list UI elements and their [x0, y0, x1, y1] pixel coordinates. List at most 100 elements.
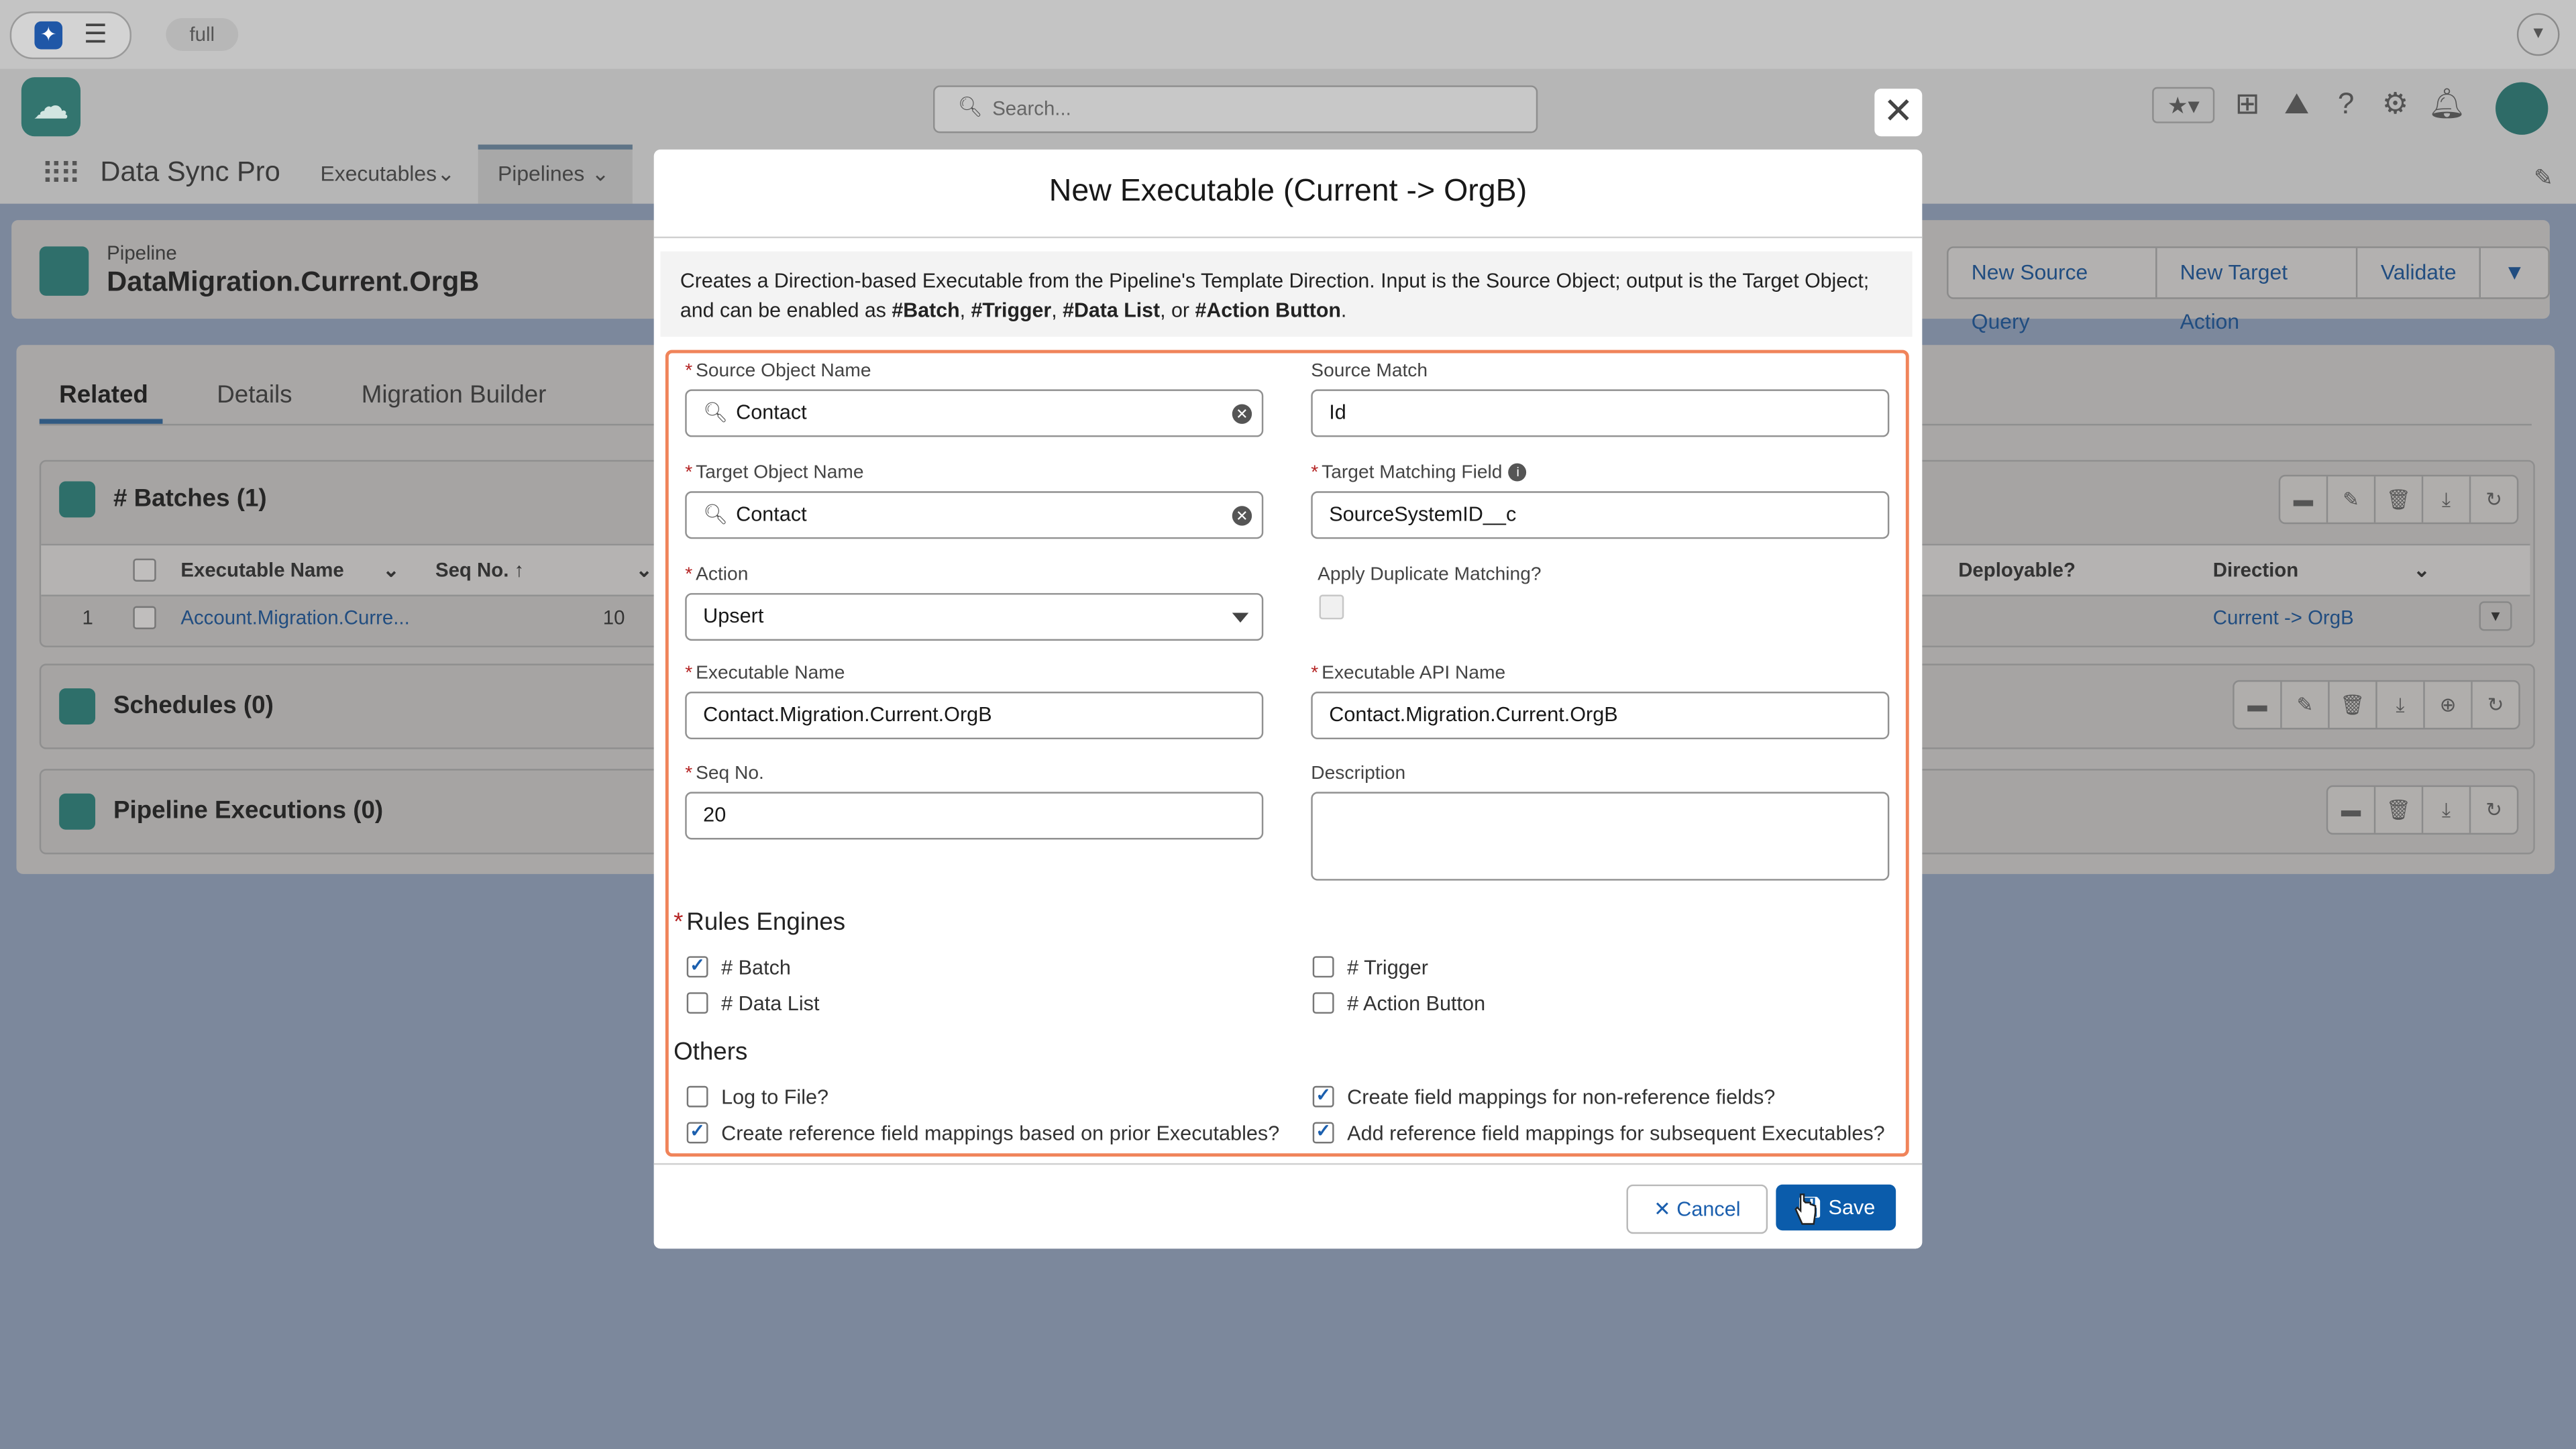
trailhead-icon[interactable]: ⛰ — [2280, 87, 2313, 120]
source-match-input[interactable]: Id — [1311, 389, 1890, 437]
row-checkbox[interactable] — [133, 606, 156, 629]
batch-label: # Batch — [721, 956, 791, 979]
col-direction[interactable]: Direction — [2213, 559, 2298, 582]
edit-icon[interactable]: ✎ — [2280, 682, 2328, 728]
search-placeholder: Search... — [992, 97, 1071, 120]
refresh-icon[interactable]: ↻ — [2469, 476, 2517, 523]
nav-executables[interactable]: Executables — [321, 161, 437, 186]
col-executable-name[interactable]: Executable Name — [180, 559, 343, 582]
add-icon[interactable]: ⊞ — [2231, 87, 2264, 120]
api-name-input[interactable]: Contact.Migration.Current.OrgB — [1311, 692, 1890, 740]
seq-input[interactable]: 20 — [685, 792, 1264, 840]
refresh-icon[interactable]: ↻ — [2469, 787, 2517, 833]
clear-icon[interactable]: ✕ — [1232, 404, 1252, 424]
download-icon[interactable]: ⤓ — [2421, 787, 2469, 833]
others-title: Others — [674, 1038, 748, 1067]
help-icon[interactable]: ? — [2330, 87, 2363, 120]
more-actions-button[interactable]: ▼ — [2479, 248, 2548, 298]
refresh-icon[interactable]: ↻ — [2471, 682, 2518, 728]
chevron-down-icon[interactable]: ⌄ — [592, 161, 610, 187]
gear-icon[interactable]: ⚙ — [2379, 87, 2412, 120]
chevron-down-icon[interactable]: ⌄ — [2414, 559, 2430, 582]
salesforce-logo: ☁ — [21, 77, 81, 137]
subsequent-checkbox[interactable]: ✓ — [1312, 1122, 1334, 1144]
chevron-down-icon[interactable]: ⌄ — [437, 161, 455, 187]
add-icon[interactable]: ⊕ — [2423, 682, 2471, 728]
close-icon: ✕ — [1654, 1197, 1677, 1221]
datalist-checkbox[interactable] — [686, 992, 708, 1014]
action-button-checkbox[interactable] — [1312, 992, 1334, 1014]
app-switcher[interactable]: ✦ ☰ — [9, 11, 131, 60]
edit-icon[interactable]: ✎ — [2326, 476, 2374, 523]
favorites-icon[interactable]: ★▾ — [2152, 87, 2215, 123]
seq-label: * Seq No. — [685, 763, 764, 784]
trash-icon[interactable]: 🗑︎ — [2373, 787, 2422, 833]
batches-title[interactable]: # Batches (1) — [113, 484, 267, 513]
tab-migration-builder[interactable]: Migration Builder — [362, 381, 547, 409]
chevron-down-icon[interactable]: ⌄ — [383, 559, 400, 582]
validate-button[interactable]: Validate — [2356, 248, 2479, 298]
environment-badge: full — [166, 17, 239, 51]
app-launcher-icon[interactable]: ⠿⠿ — [41, 158, 81, 192]
trash-icon[interactable]: 🗑︎ — [2328, 682, 2375, 728]
api-name-label: * Executable API Name — [1311, 663, 1506, 684]
source-object-label: * Source Object Name — [685, 361, 871, 382]
record-actions: New Source Query New Target Action Valid… — [1947, 246, 2550, 333]
source-match-value: Id — [1329, 400, 1346, 424]
datalist-label: # Data List — [721, 992, 820, 1016]
prior-checkbox[interactable]: ✓ — [686, 1122, 708, 1144]
log-checkbox[interactable] — [686, 1085, 708, 1108]
executions-title[interactable]: Pipeline Executions (0) — [113, 797, 383, 825]
action-button-label: # Action Button — [1347, 992, 1486, 1016]
global-search[interactable]: 🔍︎ Search... — [933, 85, 1538, 133]
row-seq: 10 — [602, 606, 625, 629]
rules-title: * Rules Engines — [674, 908, 846, 936]
target-field-input[interactable]: SourceSystemID__c — [1311, 491, 1890, 539]
action-label: * Action — [685, 565, 749, 585]
tag-batch: #Batch — [892, 299, 960, 323]
col-deployable[interactable]: Deployable? — [1958, 559, 2076, 582]
dup-matching-checkbox[interactable] — [1319, 594, 1344, 620]
batch-icon — [59, 481, 96, 518]
nav-pipelines[interactable]: Pipelines — [498, 161, 584, 186]
select-all-checkbox[interactable] — [133, 558, 156, 582]
download-icon[interactable]: ⤓ — [2421, 476, 2469, 523]
tab-details[interactable]: Details — [217, 381, 292, 409]
target-object-lookup[interactable]: 🔍︎ Contact ✕ — [685, 491, 1264, 539]
table-icon[interactable]: ▬ — [2280, 476, 2326, 523]
description-textarea[interactable] — [1311, 792, 1890, 881]
table-icon[interactable]: ▬ — [2235, 682, 2281, 728]
trash-icon[interactable]: 🗑︎ — [2373, 476, 2422, 523]
row-actions-button[interactable]: ▼ — [2479, 601, 2512, 631]
cancel-button[interactable]: ✕ Cancel — [1626, 1184, 1768, 1234]
row-direction-link[interactable]: Current -> OrgB — [2213, 606, 2354, 629]
pipeline-icon — [39, 246, 89, 296]
new-source-query-button[interactable]: New Source Query — [1949, 248, 2155, 333]
source-object-lookup[interactable]: 🔍︎ Contact ✕ — [685, 389, 1264, 437]
action-select[interactable]: Upsert — [685, 593, 1264, 641]
nonref-checkbox[interactable]: ✓ — [1312, 1085, 1334, 1108]
modal-form: * Source Object Name 🔍︎ Contact ✕ Source … — [665, 350, 1909, 1157]
exec-name-input[interactable]: Contact.Migration.Current.OrgB — [685, 692, 1264, 740]
chevron-down-icon[interactable]: ▼ — [2516, 13, 2560, 56]
tab-related[interactable]: Related — [59, 381, 148, 409]
info-icon[interactable]: i — [1509, 464, 1527, 482]
table-icon[interactable]: ▬ — [2328, 787, 2374, 833]
col-seq-no[interactable]: Seq No. ↑ — [435, 559, 524, 582]
avatar[interactable] — [2496, 82, 2548, 135]
batch-checkbox[interactable]: ✓ — [686, 956, 708, 978]
row-executable-link[interactable]: Account.Migration.Curre... — [180, 606, 409, 629]
edit-nav-icon[interactable]: ✎ — [2534, 164, 2553, 193]
clear-icon[interactable]: ✕ — [1232, 506, 1252, 526]
exec-name-value: Contact.Migration.Current.OrgB — [703, 703, 992, 727]
new-target-action-button[interactable]: New Target Action — [2155, 248, 2356, 333]
modal-header: New Executable (Current -> OrgB) — [653, 150, 1923, 239]
schedules-title[interactable]: Schedules (0) — [113, 692, 274, 720]
target-object-value: Contact — [736, 502, 807, 526]
download-icon[interactable]: ⤓ — [2375, 682, 2423, 728]
schedule-icon — [59, 688, 96, 725]
chevron-down-icon[interactable]: ⌄ — [636, 559, 653, 582]
trigger-checkbox[interactable] — [1312, 956, 1334, 978]
bell-icon[interactable]: 🔔︎ — [2428, 87, 2466, 120]
close-icon[interactable]: ✕ — [1874, 89, 1923, 137]
